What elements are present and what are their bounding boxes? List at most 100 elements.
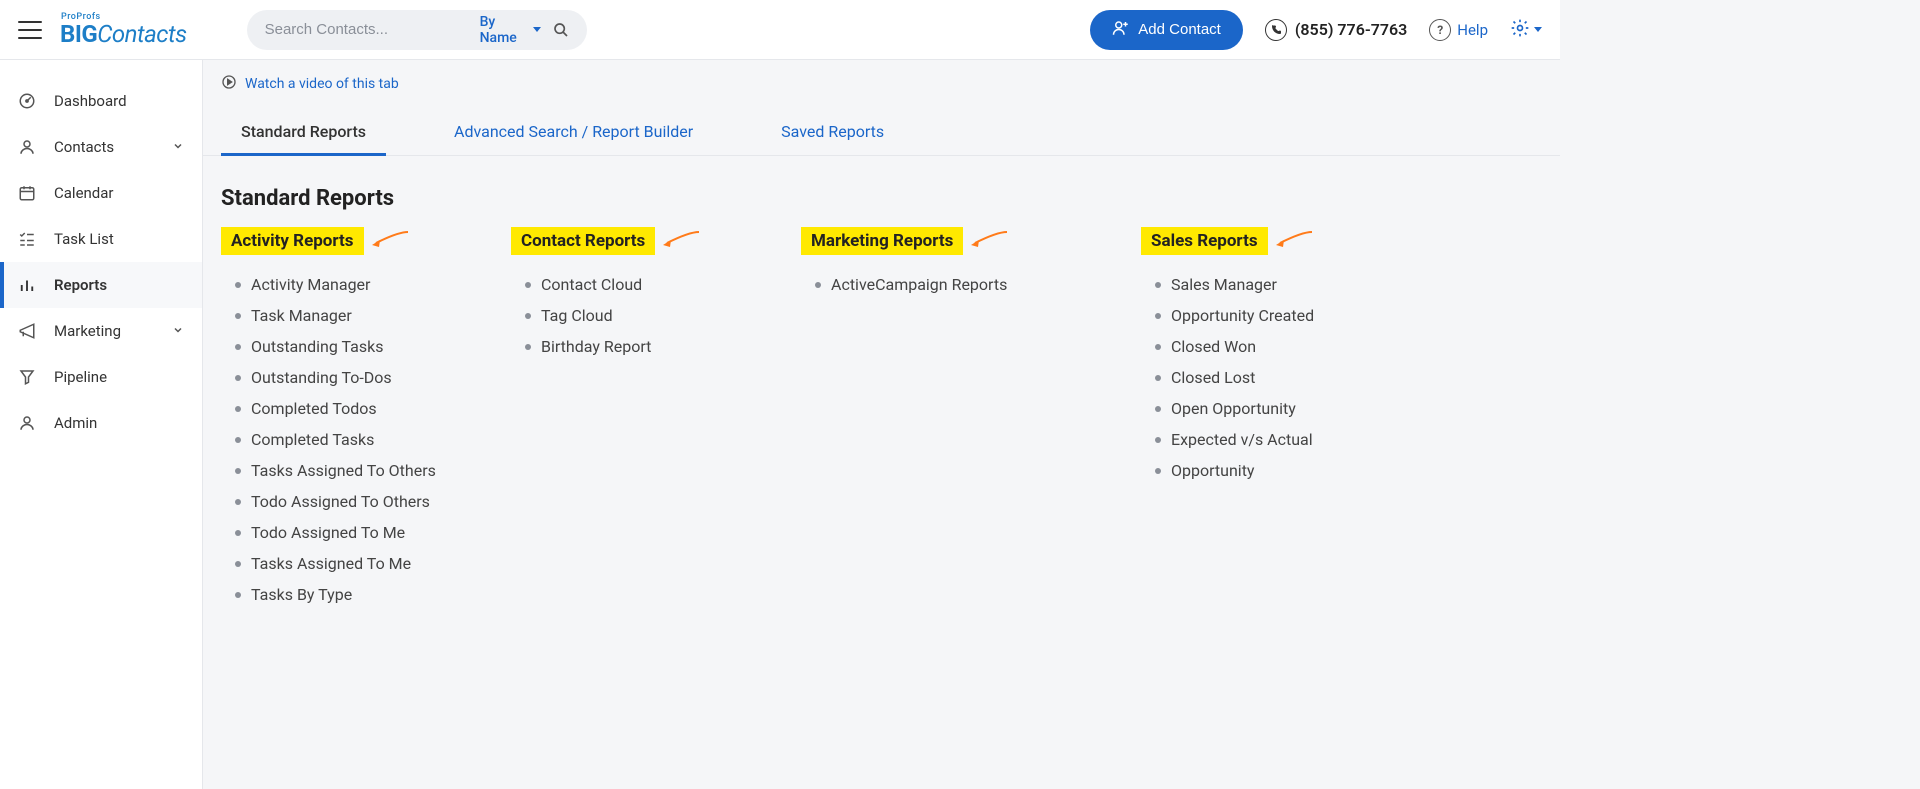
add-contact-icon: [1112, 19, 1130, 41]
sidebar-item-contacts[interactable]: Contacts: [0, 124, 202, 170]
main-content: Watch a video of this tab Standard Repor…: [203, 60, 1560, 789]
list-item[interactable]: Tag Cloud: [511, 300, 741, 331]
list-item[interactable]: Sales Manager: [1141, 269, 1371, 300]
sidebar-item-tasklist[interactable]: Task List: [0, 216, 202, 262]
sidebar-item-label: Reports: [54, 276, 107, 294]
chevron-down-icon: [1534, 27, 1542, 32]
sidebar-item-pipeline[interactable]: Pipeline: [0, 354, 202, 400]
report-grid: Activity Reports Activity ManagerTask Ma…: [203, 227, 1560, 640]
list-item[interactable]: Todo Assigned To Others: [221, 486, 451, 517]
search-icon[interactable]: [553, 22, 569, 38]
list-item[interactable]: Task Manager: [221, 300, 451, 331]
list-item[interactable]: Expected v/s Actual: [1141, 424, 1371, 455]
list-item[interactable]: Opportunity Created: [1141, 300, 1371, 331]
logo[interactable]: ProProfs BIGContacts: [60, 13, 187, 46]
column-header-contact: Contact Reports: [511, 227, 655, 255]
list-contact: Contact CloudTag CloudBirthday Report: [511, 269, 741, 362]
list-item[interactable]: Contact Cloud: [511, 269, 741, 300]
list-item[interactable]: ActiveCampaign Reports: [801, 269, 1081, 300]
column-contact: Contact Reports Contact CloudTag CloudBi…: [511, 227, 741, 610]
sidebar-item-label: Marketing: [54, 322, 121, 340]
column-marketing: Marketing Reports ActiveCampaign Reports: [801, 227, 1081, 610]
tab-label: Standard Reports: [241, 122, 366, 141]
list-item[interactable]: Tasks Assigned To Me: [221, 548, 451, 579]
header-right: Add Contact (855) 776-7763 ? Help: [1090, 10, 1542, 50]
list-item[interactable]: Completed Tasks: [221, 424, 451, 455]
list-item[interactable]: Birthday Report: [511, 331, 741, 362]
tabs: Standard Reports Advanced Search / Repor…: [203, 108, 1560, 156]
settings-dropdown[interactable]: [1510, 18, 1542, 42]
search-filter-dropdown[interactable]: By Name: [480, 14, 541, 46]
sidebar-item-label: Calendar: [54, 184, 114, 202]
column-header-activity: Activity Reports: [221, 227, 364, 255]
annotation-arrow-icon: [969, 229, 1009, 253]
chevron-down-icon: [172, 322, 184, 340]
list-marketing: ActiveCampaign Reports: [801, 269, 1081, 300]
tab-label: Saved Reports: [781, 122, 884, 141]
sidebar-item-label: Contacts: [54, 138, 114, 156]
header: ProProfs BIGContacts By Name Add Contact…: [0, 0, 1560, 60]
list-activity: Activity ManagerTask ManagerOutstanding …: [221, 269, 451, 610]
search-container: By Name: [247, 10, 587, 50]
logo-main: BIGContacts: [60, 22, 187, 46]
list-item[interactable]: Activity Manager: [221, 269, 451, 300]
column-header-marketing: Marketing Reports: [801, 227, 963, 255]
watch-video-link[interactable]: Watch a video of this tab: [203, 60, 1560, 108]
tasklist-icon: [18, 230, 36, 248]
list-item[interactable]: Outstanding To-Dos: [221, 362, 451, 393]
contacts-icon: [18, 138, 36, 156]
sidebar-item-label: Dashboard: [54, 92, 127, 110]
sidebar-item-label: Task List: [54, 230, 114, 248]
search-filter-label: By Name: [480, 14, 527, 46]
sidebar-item-calendar[interactable]: Calendar: [0, 170, 202, 216]
list-item[interactable]: Outstanding Tasks: [221, 331, 451, 362]
list-item[interactable]: Tasks By Type: [221, 579, 451, 610]
calendar-icon: [18, 184, 36, 202]
sidebar-item-label: Pipeline: [54, 368, 107, 386]
list-item[interactable]: Opportunity: [1141, 455, 1371, 486]
column-header-sales: Sales Reports: [1141, 227, 1268, 255]
list-item[interactable]: Todo Assigned To Me: [221, 517, 451, 548]
phone-number: (855) 776-7763: [1295, 20, 1407, 39]
phone-icon: [1265, 19, 1287, 41]
sidebar-item-marketing[interactable]: Marketing: [0, 308, 202, 354]
annotation-arrow-icon: [1274, 229, 1314, 253]
gear-icon: [1510, 18, 1530, 42]
hamburger-menu-icon[interactable]: [18, 21, 42, 39]
add-contact-button[interactable]: Add Contact: [1090, 10, 1243, 50]
column-activity: Activity Reports Activity ManagerTask Ma…: [221, 227, 451, 610]
sidebar-item-dashboard[interactable]: Dashboard: [0, 78, 202, 124]
help-label: Help: [1457, 21, 1488, 39]
chevron-down-icon: [533, 27, 541, 32]
sidebar: Dashboard Contacts Calendar Task List Re…: [0, 60, 203, 789]
dashboard-icon: [18, 92, 36, 110]
list-item[interactable]: Completed Todos: [221, 393, 451, 424]
tab-label: Advanced Search / Report Builder: [454, 122, 693, 141]
sidebar-item-reports[interactable]: Reports: [0, 262, 202, 308]
sidebar-item-admin[interactable]: Admin: [0, 400, 202, 446]
annotation-arrow-icon: [370, 229, 410, 253]
column-sales: Sales Reports Sales ManagerOpportunity C…: [1141, 227, 1371, 610]
tab-advanced-search[interactable]: Advanced Search / Report Builder: [434, 108, 713, 155]
sidebar-item-label: Admin: [54, 414, 97, 432]
search-input[interactable]: [265, 21, 464, 38]
pipeline-icon: [18, 368, 36, 386]
add-contact-label: Add Contact: [1138, 21, 1221, 38]
help-icon: ?: [1429, 19, 1451, 41]
tab-standard-reports[interactable]: Standard Reports: [221, 108, 386, 155]
list-item[interactable]: Tasks Assigned To Others: [221, 455, 451, 486]
list-item[interactable]: Open Opportunity: [1141, 393, 1371, 424]
play-icon: [221, 74, 237, 94]
list-item[interactable]: Closed Won: [1141, 331, 1371, 362]
phone[interactable]: (855) 776-7763: [1265, 19, 1407, 41]
video-link-label: Watch a video of this tab: [245, 76, 399, 92]
chevron-down-icon: [172, 138, 184, 156]
admin-icon: [18, 414, 36, 432]
list-item[interactable]: Closed Lost: [1141, 362, 1371, 393]
list-sales: Sales ManagerOpportunity CreatedClosed W…: [1141, 269, 1371, 486]
tab-saved-reports[interactable]: Saved Reports: [761, 108, 904, 155]
annotation-arrow-icon: [661, 229, 701, 253]
marketing-icon: [18, 322, 36, 340]
reports-icon: [18, 276, 36, 294]
help-link[interactable]: ? Help: [1429, 19, 1488, 41]
